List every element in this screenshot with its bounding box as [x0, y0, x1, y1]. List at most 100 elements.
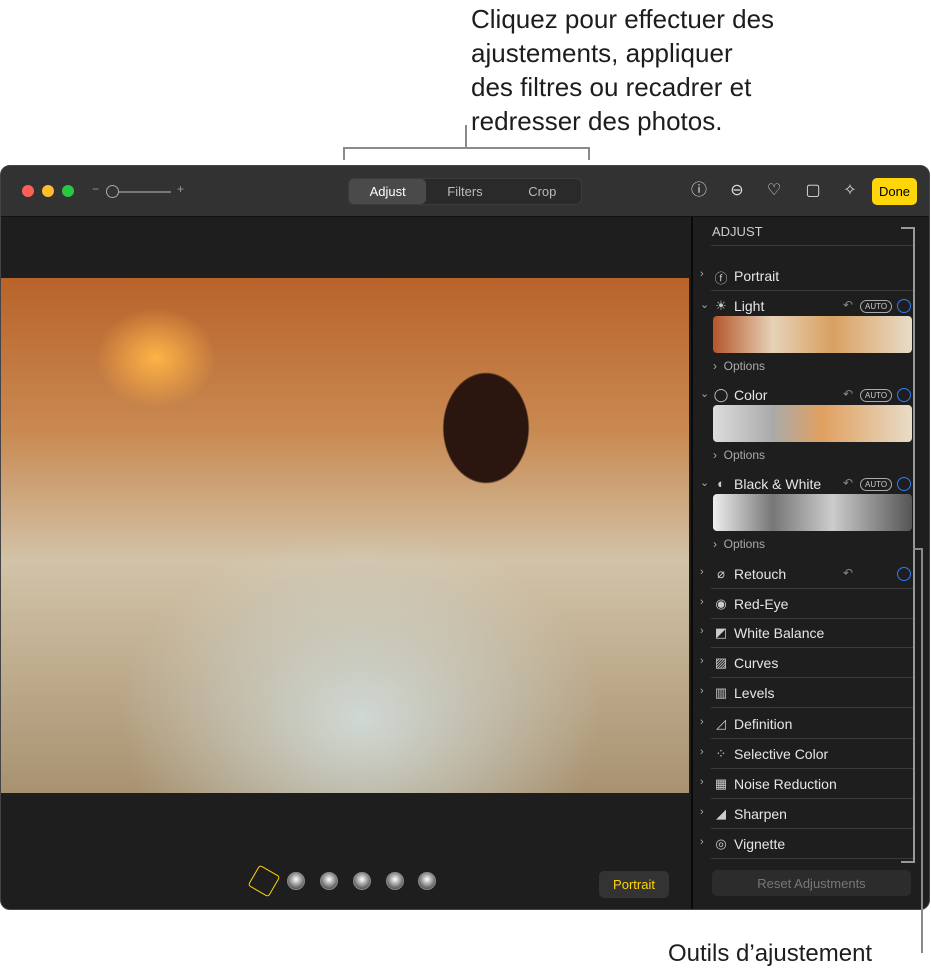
auto-button[interactable]: AUTO	[860, 478, 893, 491]
adjust-item-label: Definition	[734, 716, 793, 732]
zoom-button[interactable]	[62, 185, 74, 197]
auto-button[interactable]: AUTO	[860, 300, 893, 313]
chevron-right-icon[interactable]: ›	[700, 806, 704, 818]
studio-light-icon[interactable]	[287, 872, 305, 890]
sidebar-heading: ADJUST	[712, 224, 763, 239]
adjust-item-white-balance[interactable]: › ◩ White Balance	[693, 622, 915, 646]
zoom-slider-knob[interactable]	[106, 185, 119, 198]
auto-button[interactable]: AUTO	[860, 389, 893, 402]
contour-light-icon[interactable]	[320, 872, 338, 890]
enable-toggle[interactable]	[897, 388, 911, 402]
adjust-item-retouch[interactable]: › ⌀ Retouch ↶	[693, 563, 915, 587]
adjust-item-label: Noise Reduction	[734, 776, 837, 792]
undo-icon[interactable]: ↶	[843, 566, 853, 580]
adjust-item-levels[interactable]: › ▥ Levels	[693, 682, 915, 706]
adjust-item-label: White Balance	[734, 625, 825, 641]
adjust-item-sharpen[interactable]: › ◢ Sharpen	[693, 803, 915, 827]
magic-wand-icon[interactable]: ✧	[840, 181, 860, 201]
chevron-right-icon[interactable]: ›	[700, 746, 704, 758]
close-button[interactable]	[22, 185, 34, 197]
adjust-slider-preview[interactable]	[713, 494, 912, 531]
callout-line	[465, 125, 467, 147]
adjust-item-definition[interactable]: › ◿ Definition	[693, 713, 915, 737]
levels-icon: ▥	[714, 685, 728, 700]
chevron-right-icon[interactable]: ›	[700, 655, 704, 667]
adjust-item-vignette[interactable]: › ◎ Vignette	[693, 833, 915, 857]
chevron-right-icon[interactable]: ›	[700, 596, 704, 608]
zoom-out-icon[interactable]: −	[92, 182, 99, 196]
options-toggle[interactable]: › Options	[713, 448, 765, 462]
divider	[711, 738, 913, 739]
stage-light-mono-icon[interactable]	[386, 872, 404, 890]
chevron-right-icon: ›	[713, 537, 724, 551]
done-button[interactable]: Done	[872, 178, 917, 205]
options-label: Options	[723, 537, 766, 551]
portrait-button[interactable]: Portrait	[599, 871, 669, 898]
adjust-item-noise-reduction[interactable]: › ▦ Noise Reduction	[693, 773, 915, 797]
divider	[711, 290, 913, 291]
tab-filters[interactable]: Filters	[426, 179, 503, 204]
sun-icon: ☀	[715, 298, 727, 313]
chevron-down-icon[interactable]: ⌄	[700, 298, 709, 311]
callout-top: Cliquez pour effectuer des ajustements, …	[471, 2, 774, 138]
zoom-in-icon[interactable]: +	[177, 182, 184, 196]
half-circle-icon: ◐	[717, 476, 725, 491]
tab-crop[interactable]: Crop	[504, 179, 581, 204]
adjust-item-label: Portrait	[734, 268, 780, 284]
high-key-mono-icon[interactable]	[418, 872, 436, 890]
callout-line: redresser des photos.	[471, 106, 723, 136]
chevron-right-icon[interactable]: ›	[700, 776, 704, 788]
chevron-down-icon[interactable]: ⌄	[700, 476, 709, 489]
adjust-item-red-eye[interactable]: › ◉ Red-Eye	[693, 593, 915, 617]
enable-toggle[interactable]	[897, 299, 911, 313]
rotate-icon[interactable]: ▢	[803, 181, 823, 201]
bandage-icon: ⌀	[717, 566, 725, 581]
reset-adjustments-button[interactable]: Reset Adjustments	[712, 870, 911, 896]
color-ring-icon: ◯	[713, 387, 729, 402]
adjust-item-portrait[interactable]: › ⓕ Portrait	[693, 265, 915, 289]
chevron-right-icon[interactable]: ›	[700, 836, 704, 848]
dots-icon: ⁘	[715, 746, 727, 761]
callout-line: ajustements, appliquer	[471, 38, 733, 68]
enable-toggle[interactable]	[897, 567, 911, 581]
divider	[711, 828, 913, 829]
adjust-item-label: Vignette	[734, 836, 786, 852]
definition-icon: ◿	[716, 716, 726, 731]
chevron-right-icon[interactable]: ›	[700, 625, 704, 637]
undo-icon[interactable]: ↶	[843, 298, 853, 312]
chevron-right-icon[interactable]: ›	[700, 566, 704, 578]
divider	[711, 647, 913, 648]
callout-bracket	[588, 147, 590, 160]
natural-light-icon[interactable]	[247, 864, 281, 898]
mode-tabs: Adjust Filters Crop	[348, 178, 582, 205]
options-label: Options	[723, 359, 766, 373]
divider	[711, 858, 913, 859]
adjust-slider-preview[interactable]	[713, 316, 912, 353]
stage-light-icon[interactable]	[353, 872, 371, 890]
options-toggle[interactable]: › Options	[713, 537, 765, 551]
noise-icon: ▦	[714, 776, 728, 791]
adjust-slider-preview[interactable]	[713, 405, 912, 442]
info-icon[interactable]: ⓘ	[689, 181, 709, 201]
callout-line: Cliquez pour effectuer des	[471, 4, 775, 34]
chevron-right-icon[interactable]: ›	[700, 685, 704, 697]
photo-preview[interactable]	[1, 278, 689, 793]
tab-adjust[interactable]: Adjust	[349, 179, 427, 204]
minimize-button[interactable]	[42, 185, 54, 197]
curves-icon: ▨	[714, 655, 728, 670]
enable-toggle[interactable]	[897, 477, 911, 491]
undo-icon[interactable]: ↶	[843, 476, 853, 490]
adjust-item-selective-color[interactable]: › ⁘ Selective Color	[693, 743, 915, 767]
undo-icon[interactable]: ↶	[843, 387, 853, 401]
options-toggle[interactable]: › Options	[713, 359, 765, 373]
chevron-right-icon: ›	[713, 448, 724, 462]
chevron-right-icon[interactable]: ›	[700, 716, 704, 728]
adjust-sidebar: ADJUST › ⓕ Portrait ⌄ ☀ Light ↶ AUTO › Opt…	[691, 217, 929, 909]
adjust-item-curves[interactable]: › ▨ Curves	[693, 652, 915, 676]
photos-window: − + Adjust Filters Crop ⓘ ⊖ ♡ ▢ ✧ Done P…	[0, 165, 930, 910]
heart-icon[interactable]: ♡	[764, 181, 784, 201]
more-icon[interactable]: ⊖	[727, 181, 747, 201]
chevron-down-icon[interactable]: ⌄	[700, 387, 709, 400]
chevron-right-icon[interactable]: ›	[700, 268, 704, 280]
callout-line	[913, 548, 923, 550]
